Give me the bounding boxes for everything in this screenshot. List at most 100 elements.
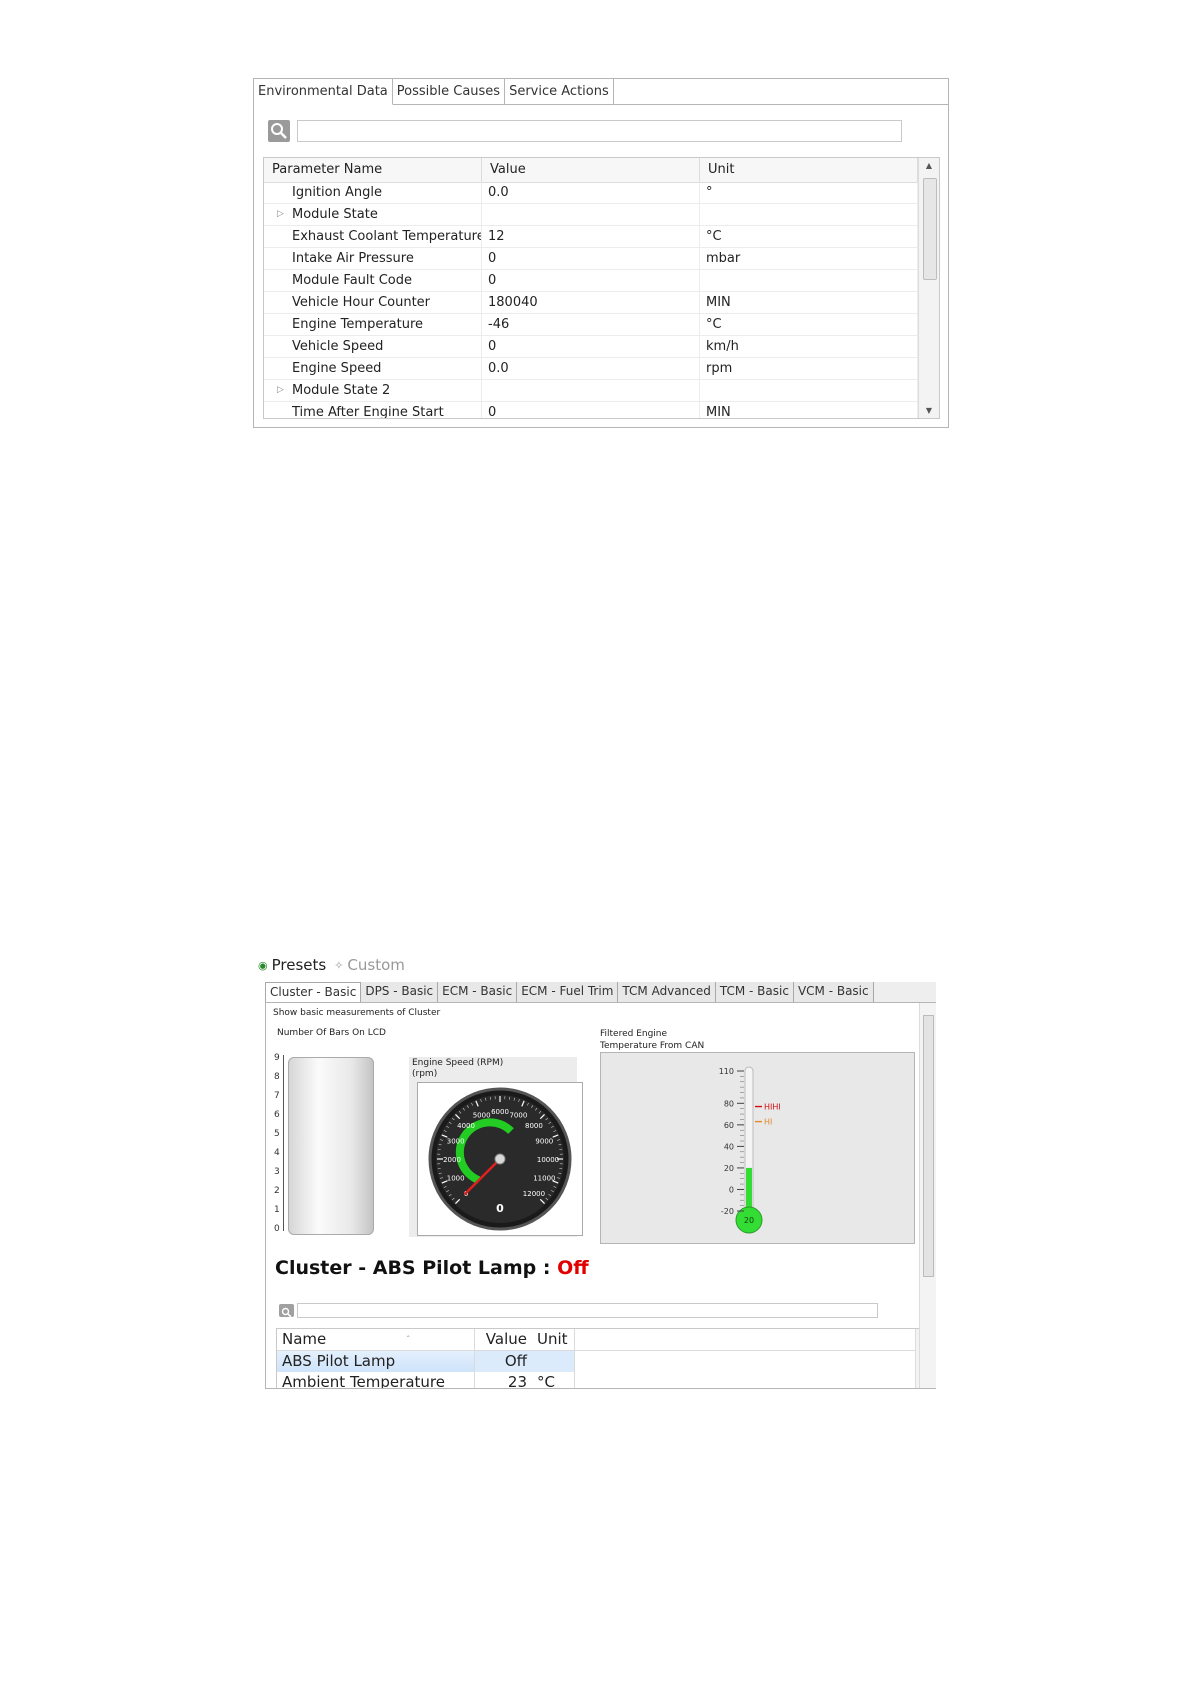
tab-tcm-advanced[interactable]: TCM Advanced (618, 982, 716, 1002)
row-unit: °C (700, 314, 918, 335)
presets-icon: ◉ (258, 958, 268, 972)
row-unit: MIN (700, 402, 918, 418)
search-icon (271, 123, 287, 139)
thermometer-tick-label: 20 (724, 1164, 734, 1173)
thermometer-title: Filtered Engine Temperature From CAN (600, 1028, 704, 1052)
abs-lamp-value: Off (557, 1257, 589, 1279)
table-row[interactable]: Ambient Temperature 23 °C (277, 1372, 932, 1389)
column-header-name-label: Name (282, 1330, 327, 1348)
sort-ascending-icon: ˆ (406, 1335, 411, 1344)
table-row[interactable]: Engine Speed 0.0 rpm (264, 358, 918, 380)
thermometer-title-line2: Temperature From CAN (600, 1041, 705, 1051)
row-value: 23 (507, 1373, 527, 1389)
tab-possible-causes[interactable]: Possible Causes (392, 79, 506, 105)
search-button[interactable] (268, 120, 290, 142)
expand-arrow-icon[interactable]: ▷ (277, 380, 284, 401)
table-row[interactable]: Exhaust Coolant Temperature 12 °C (264, 226, 918, 248)
row-value: 0 (482, 336, 700, 357)
thermometer-tick-label: 60 (724, 1121, 734, 1130)
tab-service-actions[interactable]: Service Actions (505, 79, 614, 105)
expand-arrow-icon[interactable]: ▷ (277, 204, 284, 225)
search-input[interactable] (297, 120, 902, 142)
row-parameter-name-label: Intake Air Pressure (292, 251, 414, 266)
table-row[interactable]: ABS Pilot Lamp Off (277, 1351, 932, 1372)
bars-tick: 2 (274, 1186, 280, 1196)
scroll-down-icon[interactable]: ▼ (919, 406, 939, 415)
gauge-tick-label: 2000 (443, 1156, 461, 1164)
row-parameter-name: Engine Speed (264, 358, 482, 379)
custom-option[interactable]: ✧ Custom (334, 956, 405, 974)
table-row[interactable]: Ignition Angle 0.0 ° (264, 182, 918, 204)
row-value: 12 (482, 226, 700, 247)
row-unit (700, 380, 918, 401)
diagnostics-panel: Environmental Data Possible Causes Servi… (253, 78, 949, 428)
search-button[interactable] (279, 1304, 294, 1318)
vertical-scrollbar[interactable]: ▲ ▼ (918, 158, 939, 418)
row-parameter-name: ▷ Module State (264, 204, 482, 225)
row-parameter-name-label: Vehicle Hour Counter (292, 295, 431, 310)
column-header-unit[interactable]: Unit (700, 158, 918, 182)
scrollbar-thumb[interactable] (923, 1015, 934, 1277)
row-unit: °C (533, 1372, 575, 1388)
presets-option[interactable]: ◉ Presets (258, 956, 326, 974)
thermometer-gauge: 20110806040200-20HIHIHI (719, 1066, 781, 1234)
scrollbar-thumb[interactable] (923, 178, 937, 280)
tab-dps-basic[interactable]: DPS - Basic (361, 982, 439, 1002)
search-input[interactable] (297, 1303, 878, 1318)
gauge-tick-label: 11000 (533, 1174, 555, 1182)
column-header-value[interactable]: Value (475, 1329, 533, 1350)
row-unit (700, 204, 918, 225)
thermometer-tick-label: -20 (721, 1207, 734, 1216)
row-unit: ° (700, 182, 918, 203)
row-value: 0.0 (482, 358, 700, 379)
table-row[interactable]: Intake Air Pressure 0 mbar (264, 248, 918, 270)
table-body: Ignition Angle 0.0 ° ▷ Module State Exhaust C… (264, 182, 918, 419)
table-row[interactable]: Module Fault Code 0 (264, 270, 918, 292)
table-row[interactable]: Vehicle Hour Counter 180040 MIN (264, 292, 918, 314)
table-row[interactable]: Time After Engine Start 0 MIN (264, 402, 918, 419)
tab-ecm-fuel-trim[interactable]: ECM - Fuel Trim (517, 982, 619, 1002)
row-parameter-name: Vehicle Speed (264, 336, 482, 357)
bars-tick: 6 (274, 1110, 280, 1120)
row-unit: mbar (700, 248, 918, 269)
thermometer-box: 20 110 80 60 40 20 0 -20 HIHI HI (600, 1052, 915, 1244)
row-parameter-name: Intake Air Pressure (264, 248, 482, 269)
row-parameter-name-label: Engine Temperature (292, 317, 424, 332)
tab-bar: Environmental Data Possible Causes Servi… (254, 79, 614, 105)
thermometer-bulb-label: 20 (744, 1216, 754, 1225)
row-unit: rpm (700, 358, 918, 379)
gauge-tick-label: 10000 (537, 1156, 559, 1164)
column-header-unit[interactable]: Unit (533, 1329, 575, 1350)
tab-cluster-basic[interactable]: Cluster - Basic (265, 982, 362, 1002)
bars-tick: 5 (274, 1129, 280, 1139)
tab-ecm-basic[interactable]: ECM - Basic (438, 982, 518, 1002)
column-header-name[interactable]: Name ˆ (277, 1329, 475, 1350)
bars-tick: 1 (274, 1205, 280, 1215)
table-row[interactable]: Engine Temperature -46 °C (264, 314, 918, 336)
custom-label: Custom (347, 956, 405, 974)
scroll-up-icon[interactable]: ▲ (919, 161, 939, 170)
table-row[interactable]: ▷ Module State (264, 204, 918, 226)
table-row[interactable]: ▷ Module State 2 (264, 380, 918, 402)
row-name: ABS Pilot Lamp (277, 1351, 475, 1372)
thermometer-tick-label: 40 (724, 1142, 734, 1151)
thermometer-limit-label: HIHI (764, 1103, 781, 1112)
bars-tick: 9 (274, 1053, 280, 1063)
tab-tcm-basic[interactable]: TCM - Basic (715, 982, 794, 1002)
row-unit: °C (700, 226, 918, 247)
tab-vcm-basic[interactable]: VCM - Basic (793, 982, 874, 1002)
table-row[interactable]: Vehicle Speed 0 km/h (264, 336, 918, 358)
row-value: 180040 (482, 292, 700, 313)
tab-content: Show basic measurements of Cluster Numbe… (265, 1003, 936, 1389)
column-header-value[interactable]: Value (482, 158, 700, 182)
row-value: 0 (482, 248, 700, 269)
gauge-tick-label: 12000 (523, 1190, 545, 1198)
row-parameter-name-label: Time After Engine Start (292, 405, 444, 419)
tab-environmental-data[interactable]: Environmental Data (254, 79, 393, 105)
gauge-title-line1: Engine Speed (RPM) (412, 1058, 504, 1068)
row-parameter-name-label: Vehicle Speed (292, 339, 384, 354)
row-parameter-name: Time After Engine Start (264, 402, 482, 419)
vertical-scrollbar[interactable] (919, 1003, 936, 1388)
column-header-parameter-name[interactable]: Parameter Name (264, 158, 482, 182)
table-header: Name ˆ Value Unit (277, 1329, 932, 1351)
